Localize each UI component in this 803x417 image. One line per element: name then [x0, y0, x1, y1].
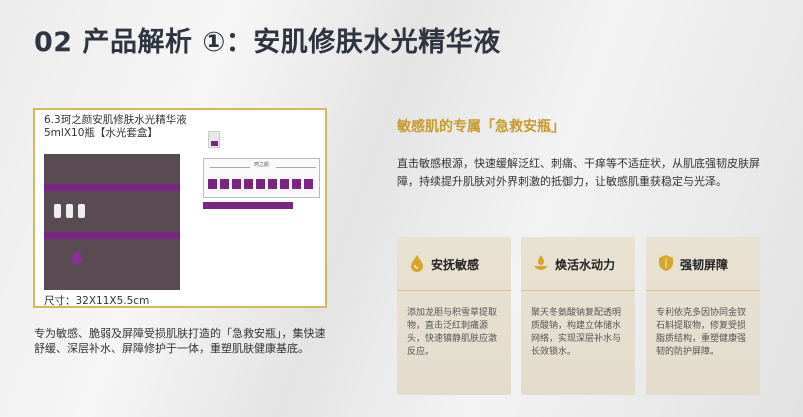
- tray-logo-text: 珂之颜: [254, 162, 270, 168]
- ampoule-tray-image: 珂之颜: [203, 158, 320, 198]
- product-card: 6.3珂之颜安肌修肤水光精华液 5mlX10瓶【水光套盒】 珂之颜 尺寸：32X…: [33, 108, 327, 308]
- feature-body: 添加龙胆与积雪草提取物，直击泛红刺痛源头，快速镇静肌肤应激反应。: [407, 308, 498, 357]
- feature-title: 强韧屏障: [680, 258, 729, 272]
- purple-strip: [203, 202, 293, 209]
- product-box-image: [44, 154, 180, 290]
- product-name-line2: 5mlX10瓶【水光套盒】: [44, 127, 158, 139]
- drop-logo-icon: [72, 252, 82, 264]
- feature-body: 聚天冬氨酸钠复配透明质酸钠，构建立体储水网络，实现深层补水与长效锁水。: [531, 308, 622, 357]
- intro-text: 直击敏感根源，快速缓解泛红、刺痛、干痒等不适症状，从肌底强韧皮肤屏障，持续提升肌…: [397, 157, 760, 188]
- product-name-line1: 6.3珂之颜安肌修肤水光精华液: [44, 114, 187, 126]
- page-title: 02 产品解析 ①：安肌修肤水光精华液: [34, 27, 501, 58]
- drop-icon: [409, 254, 425, 272]
- shield-icon: [658, 254, 674, 272]
- product-size: 尺寸：32X11X5.5cm: [44, 295, 150, 307]
- feature-card-soothe: 安抚敏感 添加龙胆与积雪草提取物，直击泛红刺痛源头，快速镇静肌肤应激反应。: [397, 237, 511, 395]
- feature-card-hydration: 焕活水动力 聚天冬氨酸钠复配透明质酸钠，构建立体储水网络，实现深层补水与长效锁水…: [521, 237, 635, 395]
- feature-card-barrier: 强韧屏障 专利依克多因协同金钗石斛提取物，修复受损脂质结构，重塑健康强韧的防护屏…: [646, 237, 760, 395]
- feature-title: 安抚敏感: [431, 258, 480, 272]
- section-headline: 敏感肌的专属「急救安瓶」: [397, 119, 565, 135]
- hydration-icon: [533, 254, 549, 272]
- product-name: 6.3珂之颜安肌修肤水光精华液 5mlX10瓶【水光套盒】: [44, 114, 187, 140]
- ampoule-pack-image: [208, 131, 220, 148]
- product-description: 专为敏感、脆弱及屏障受损肌肤打造的「急救安瓶」，集快速舒缓、深层补水、屏障修护于…: [34, 327, 326, 355]
- feature-body: 专利依克多因协同金钗石斛提取物，修复受损脂质结构，重塑健康强韧的防护屏障。: [656, 308, 747, 357]
- feature-title: 焕活水动力: [555, 258, 616, 272]
